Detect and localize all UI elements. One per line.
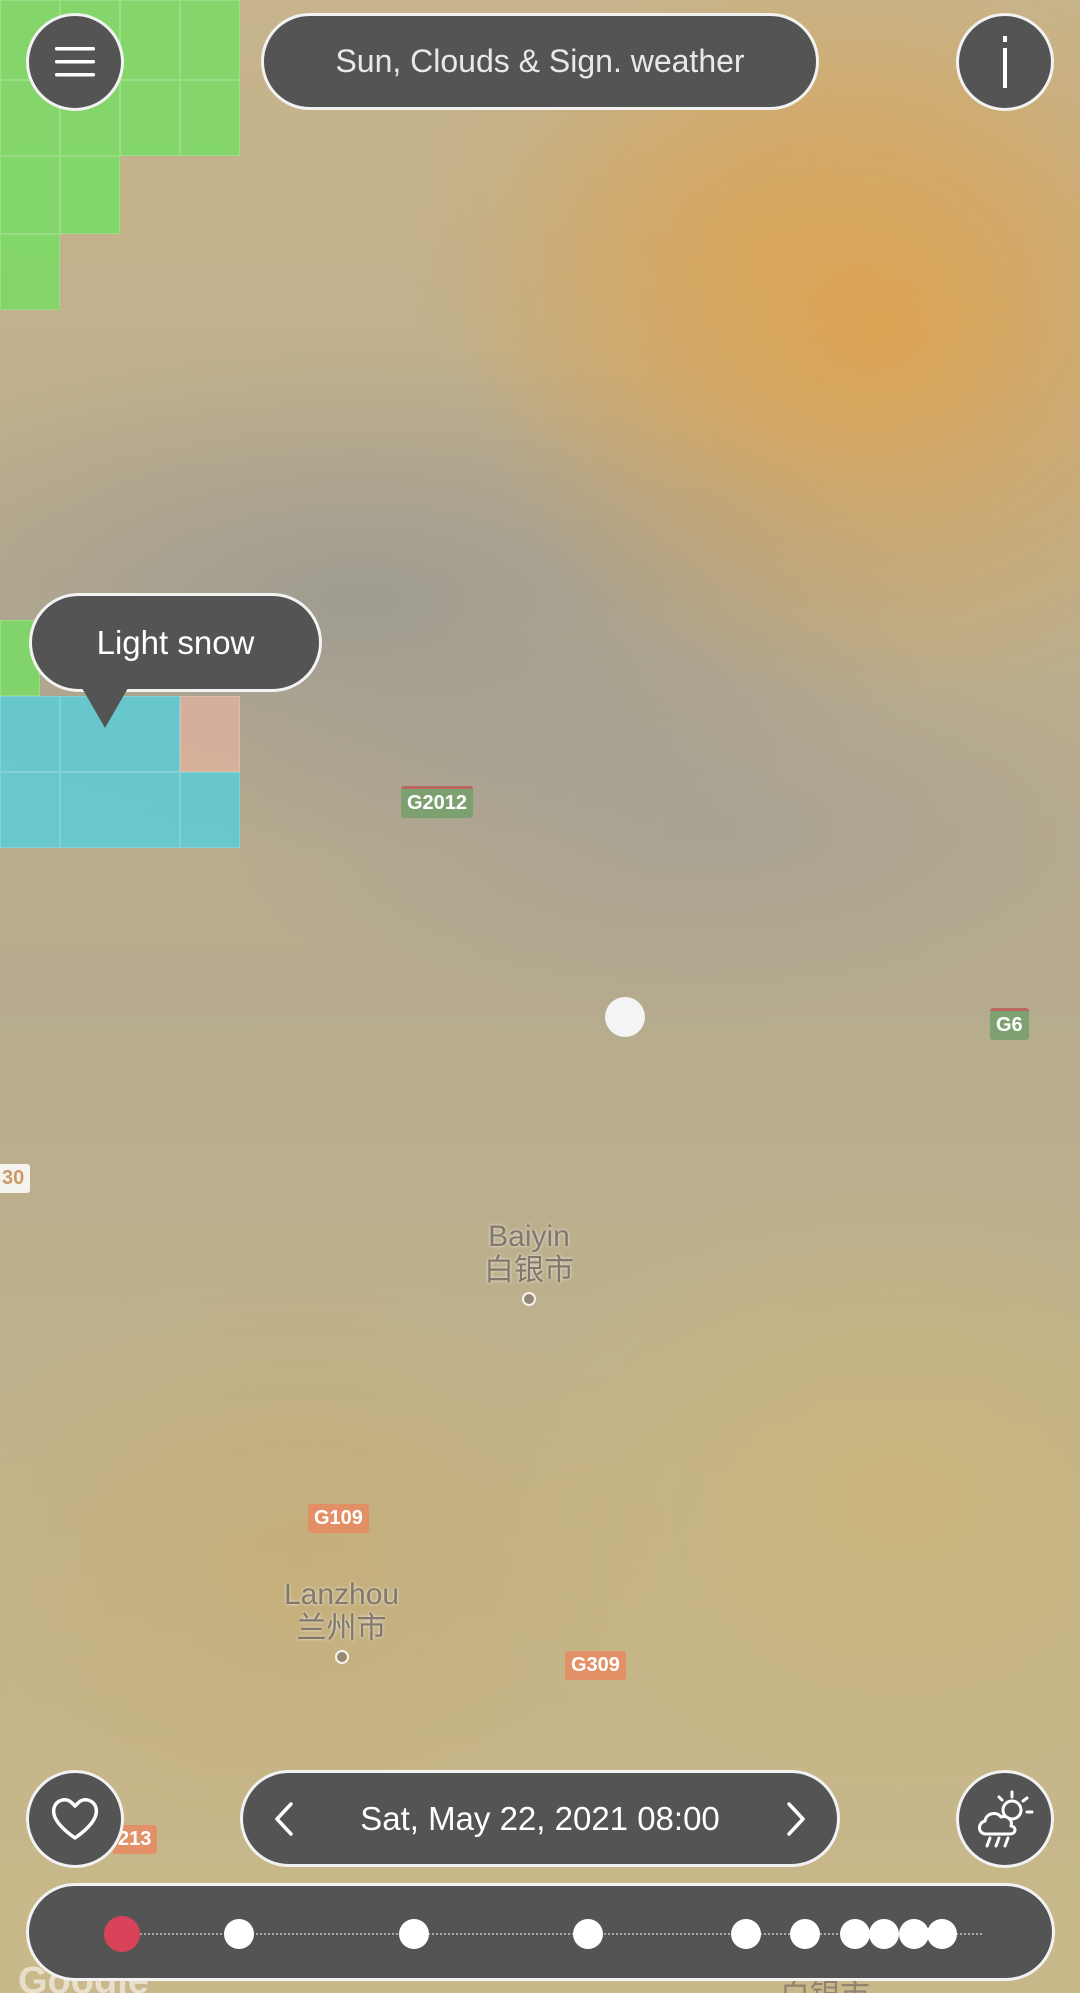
precip-cell — [180, 80, 240, 156]
precip-cell — [0, 234, 60, 310]
weather-layer-button[interactable] — [956, 1770, 1054, 1868]
timeline-point[interactable] — [790, 1919, 820, 1949]
timeline-point[interactable] — [224, 1919, 254, 1949]
layer-selector-button[interactable]: Sun, Clouds & Sign. weather — [261, 13, 819, 110]
precip-cell — [180, 0, 240, 80]
timeline-point[interactable] — [927, 1919, 957, 1949]
menu-button[interactable] — [26, 13, 124, 111]
date-label[interactable]: Sat, May 22, 2021 08:00 — [360, 1800, 720, 1838]
precip-cell — [180, 696, 240, 772]
timeline-point[interactable] — [840, 1919, 870, 1949]
city-dot — [522, 1292, 536, 1306]
city-name-en: Baiyin — [488, 1220, 570, 1253]
hamburger-menu-icon — [55, 47, 95, 77]
weather-tooltip: Light snow — [29, 593, 322, 692]
date-selector: Sat, May 22, 2021 08:00 — [240, 1770, 840, 1867]
timeline-point[interactable] — [899, 1919, 929, 1949]
city-name-zh: 白银市 — [484, 1254, 574, 1287]
snow-cell — [180, 772, 240, 848]
sun-cloud-rain-icon — [978, 1790, 1034, 1848]
snow-cell — [60, 772, 180, 848]
precip-cell — [60, 156, 120, 234]
favorite-button[interactable] — [26, 1770, 124, 1868]
precip-cell — [0, 156, 60, 234]
tooltip-text: Light snow — [96, 623, 255, 661]
precip-cell — [120, 80, 180, 156]
snow-cell — [0, 696, 60, 772]
next-date-button[interactable] — [785, 1801, 807, 1837]
road-label: G6 — [990, 1008, 1029, 1040]
location-marker[interactable] — [605, 997, 645, 1037]
timeline-slider[interactable] — [26, 1883, 1055, 1981]
city-baiyin: Baiyin 白银市 — [484, 1220, 574, 1306]
timeline-point[interactable] — [869, 1919, 899, 1949]
timeline-point[interactable] — [573, 1919, 603, 1949]
prev-date-button[interactable] — [273, 1801, 295, 1837]
weather-map[interactable]: G2012 G6 30 G109 G309 213 Baiyin 白银市 Lan… — [0, 0, 1080, 1993]
layer-title: Sun, Clouds & Sign. weather — [335, 43, 745, 79]
snow-cell — [0, 772, 60, 848]
road-label: G109 — [308, 1504, 369, 1533]
road-label: G2012 — [401, 786, 474, 818]
city-dot — [334, 1650, 349, 1664]
road-label: G309 — [565, 1651, 626, 1680]
city-lanzhou: Lanzhou 兰州市 — [284, 1578, 399, 1664]
city-name-zh: 兰州市 — [296, 1612, 387, 1645]
city-name-en: Lanzhou — [284, 1578, 400, 1611]
precip-cell — [120, 0, 180, 80]
info-icon — [1003, 36, 1007, 88]
tooltip-pointer — [82, 688, 128, 728]
timeline-point[interactable] — [731, 1919, 761, 1949]
chevron-right-icon — [787, 1801, 805, 1836]
chevron-left-icon — [275, 1801, 293, 1836]
timeline-point[interactable] — [399, 1919, 429, 1949]
timeline-point-active[interactable] — [104, 1916, 140, 1952]
info-button[interactable] — [956, 13, 1054, 111]
heart-icon — [51, 1798, 99, 1840]
road-label: 30 — [0, 1164, 31, 1193]
